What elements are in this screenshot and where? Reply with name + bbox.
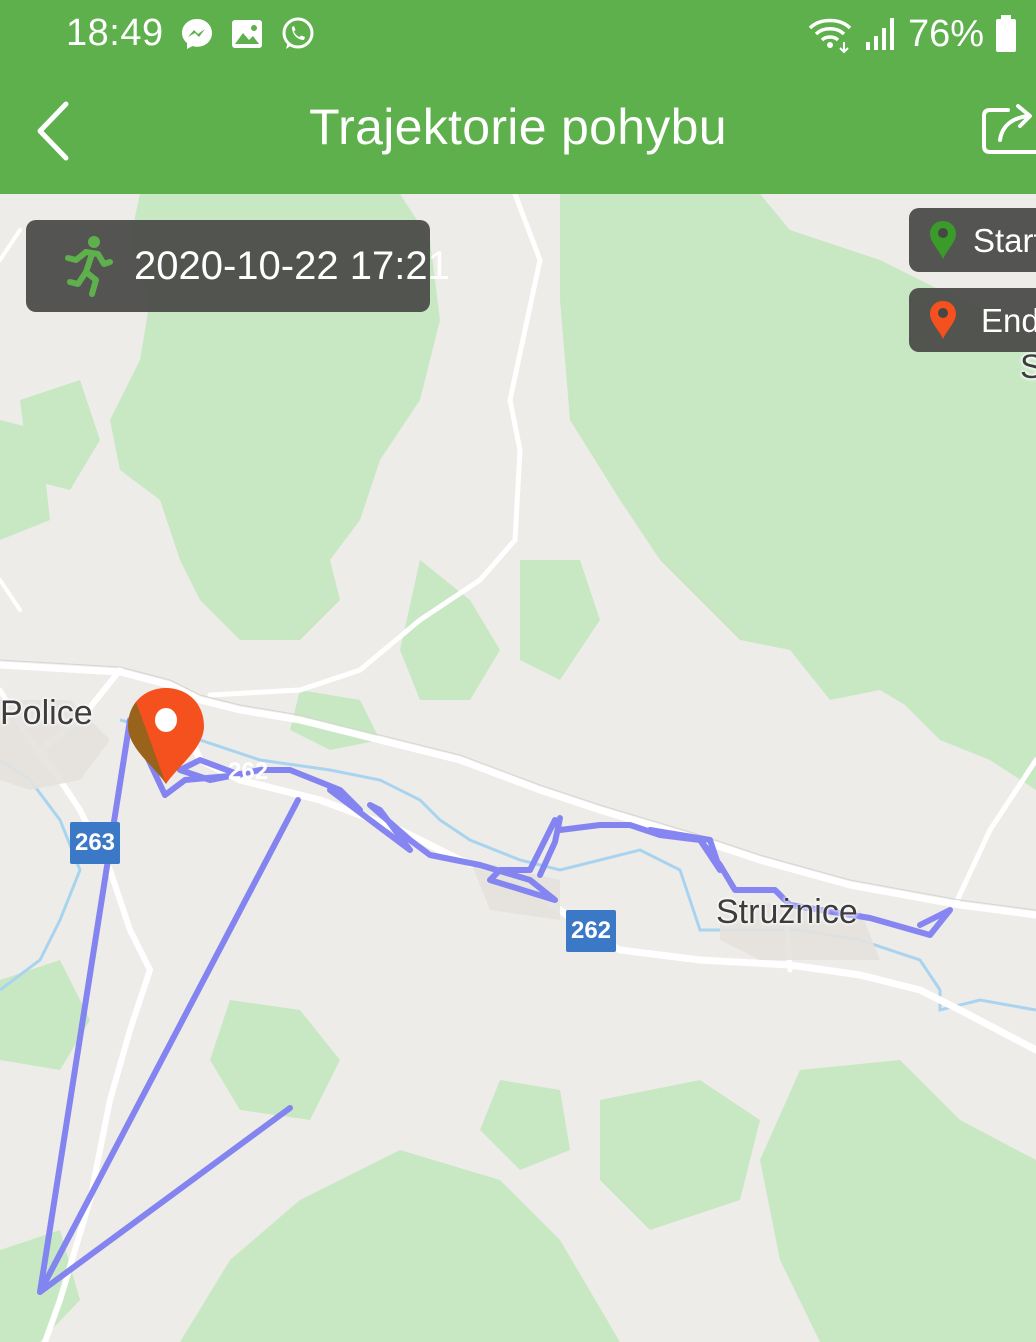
place-label-partial: S (1020, 348, 1036, 386)
legend-start[interactable]: Start (909, 208, 1036, 272)
road-shield-262: 262 (566, 910, 616, 952)
share-button[interactable] (978, 98, 1036, 158)
page-title: Trajektorie pohybu (309, 99, 727, 155)
status-bar: 18:49 76% (0, 0, 1036, 68)
status-time: 18:49 (66, 12, 164, 54)
signal-icon (865, 18, 894, 50)
map-pin-icon (930, 301, 956, 339)
place-label-struznice: Strużnice (716, 893, 858, 931)
battery-percentage: 76% (907, 12, 984, 55)
timestamp-chip: 2020-10-22 17:21 (26, 220, 450, 312)
whatsapp-icon (282, 17, 314, 49)
status-icons-right: 76% (806, 12, 1018, 56)
road-shield-263: 263 (70, 822, 120, 864)
end-map-marker[interactable] (126, 686, 206, 786)
status-icons-left (180, 14, 316, 54)
battery-icon (996, 15, 1016, 52)
road-label-262: 262 (228, 758, 269, 785)
legend-end-label: End (981, 302, 1036, 339)
screen: Police Strużnice S 263 262 262 18:49 76%… (0, 0, 1036, 1342)
share-icon (982, 104, 1036, 154)
runner-icon (65, 236, 113, 297)
map-view[interactable] (0, 194, 1036, 1342)
place-label-police: Police (0, 694, 93, 732)
map-pin-icon (930, 221, 956, 259)
legend-end[interactable]: End (909, 288, 1036, 352)
legend-start-label: Start (973, 222, 1036, 259)
wifi-icon (808, 18, 852, 54)
timestamp-text: 2020-10-22 17:21 (134, 244, 450, 288)
gallery-icon (232, 20, 262, 48)
app-bar: Trajektorie pohybu (0, 68, 1036, 194)
messenger-icon (182, 19, 212, 49)
